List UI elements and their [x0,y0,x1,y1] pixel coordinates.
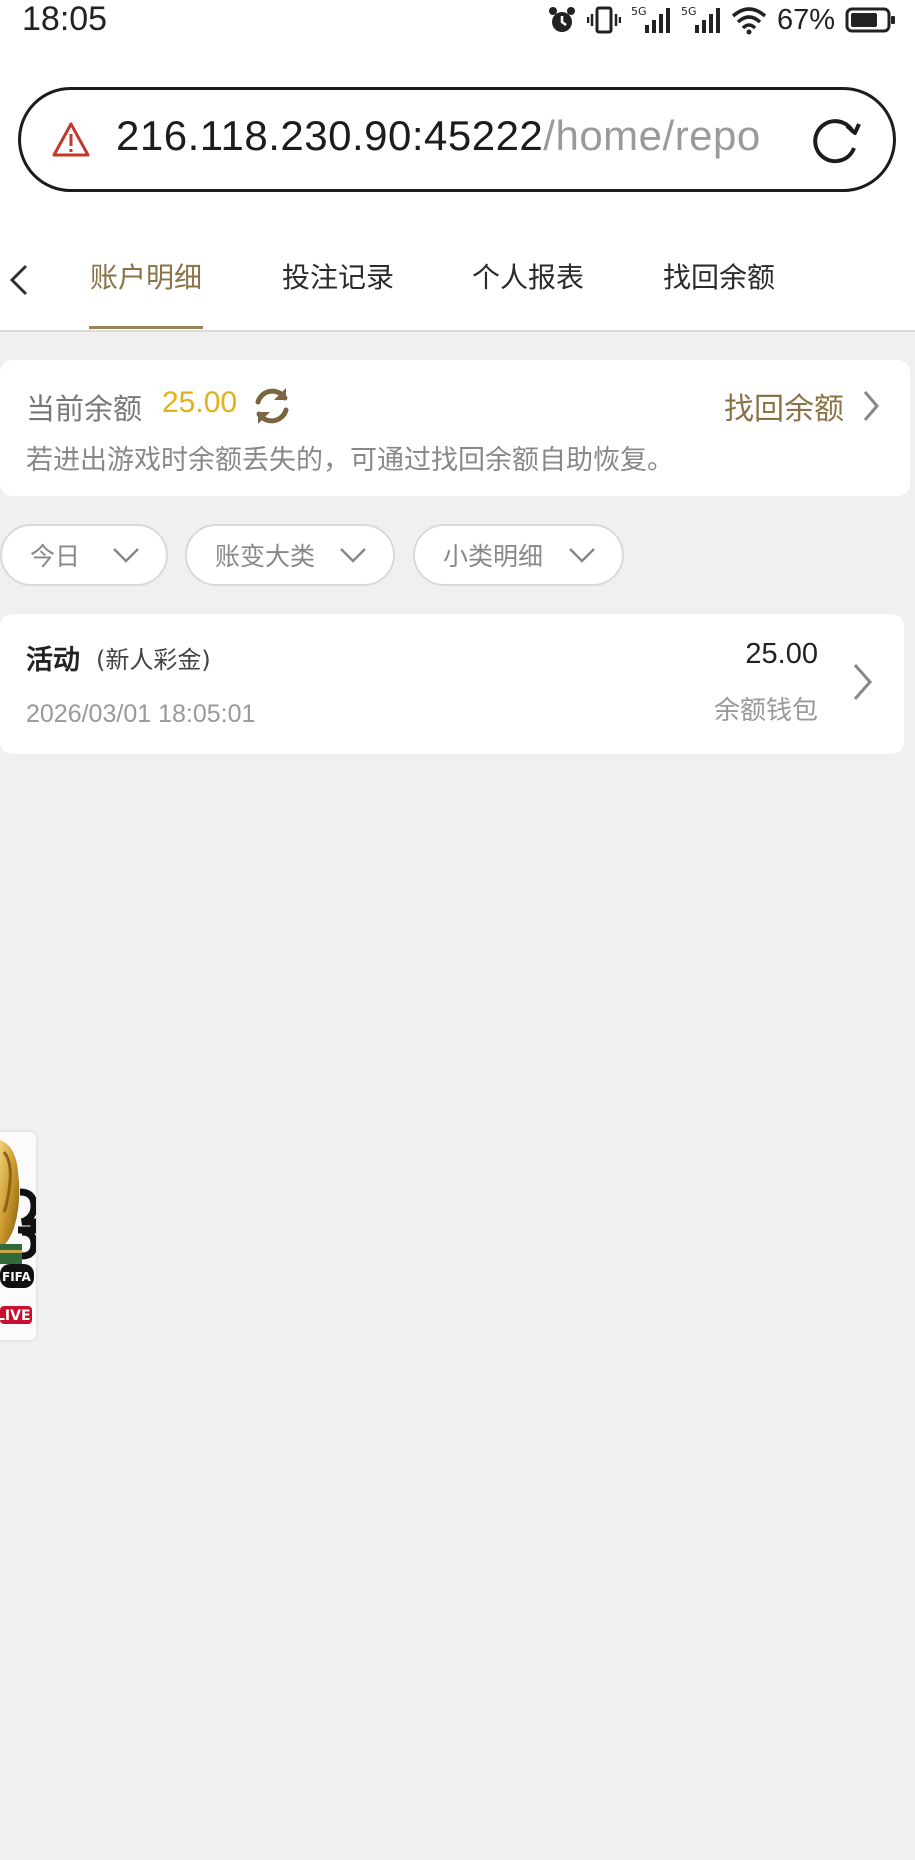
warning-icon[interactable] [51,120,91,160]
svg-text:5G: 5G [681,5,697,18]
url-host: 216.118.230.90:45222 [116,112,544,159]
balance-hint: 若进出游戏时余额丢失的，可通过找回余额自助恢复。 [26,445,674,476]
url-text[interactable]: 216.118.230.90:45222/home/repo [116,112,761,160]
status-bar: 18:05 5G 5G 67% [0,0,915,42]
filter-sub-category[interactable]: 小类明细 [413,524,624,586]
tab-account-details[interactable]: 账户明细 [90,256,202,296]
filter-sub-category-label: 小类明细 [443,542,544,571]
alarm-icon [548,7,575,32]
tab-recover-balance[interactable]: 找回余额 [663,256,775,296]
status-icons: 5G 5G 67% [547,2,897,38]
balance-card: 当前余额 25.00 找回余额 若进出游戏时余额丢失的，可通过找回余额自助恢复。 [0,360,910,496]
tab-bet-records[interactable]: 投注记录 [282,256,394,296]
list-item[interactable]: 活动 (新人彩金) 2026/03/01 18:05:01 25.00 余额钱包 [0,614,904,754]
chevron-right-icon [853,664,873,700]
browser-toolbar: 216.118.230.90:45222/home/repo [0,42,915,222]
record-amount: 25.00 [745,638,818,670]
status-time: 18:05 [22,0,108,38]
reload-icon[interactable] [807,112,865,170]
tab-personal-report[interactable]: 个人报表 [472,256,584,296]
banner-brand-text: FIFA [2,1270,31,1284]
svg-text:5G: 5G [631,5,647,18]
battery-icon [845,7,895,33]
tab-nav: 账户明细 投注记录 个人报表 找回余额 [0,222,915,332]
chevron-down-icon [340,548,366,563]
record-wallet: 余额钱包 [713,696,818,726]
back-arrow-icon[interactable] [6,260,30,300]
balance-value: 25.00 [162,386,238,419]
trophy-icon: FIFA LIVE [0,1140,36,1324]
signal-5g-icon-1: 5G [631,5,670,33]
chevron-down-icon [113,548,139,563]
chevron-down-icon [569,548,595,563]
signal-5g-icon-2: 5G [681,5,720,33]
vibrate-icon [586,6,621,34]
filter-main-category-label: 账变大类 [215,542,316,571]
floating-promo-banner[interactable]: FIFA LIVE [0,1132,36,1340]
active-tab-indicator [89,326,203,329]
record-subtitle: (新人彩金) [96,646,211,674]
url-path: /home/repo [543,112,761,159]
filter-date[interactable]: 今日 [0,524,168,586]
record-title: 活动 [26,645,80,676]
record-time: 2026/03/01 18:05:01 [26,700,256,728]
wifi-icon [731,7,767,35]
url-bar[interactable]: 216.118.230.90:45222/home/repo [18,87,896,192]
chevron-right-icon [863,391,879,421]
battery-percent: 67% [776,3,835,36]
banner-live-badge: LIVE [0,1308,31,1324]
refresh-icon[interactable] [250,384,294,428]
balance-label: 当前余额 [26,392,143,426]
filter-date-label: 今日 [30,542,81,571]
recover-balance-link[interactable]: 找回余额 [724,384,880,428]
filter-main-category[interactable]: 账变大类 [185,524,395,586]
recover-balance-label: 找回余额 [724,392,844,427]
